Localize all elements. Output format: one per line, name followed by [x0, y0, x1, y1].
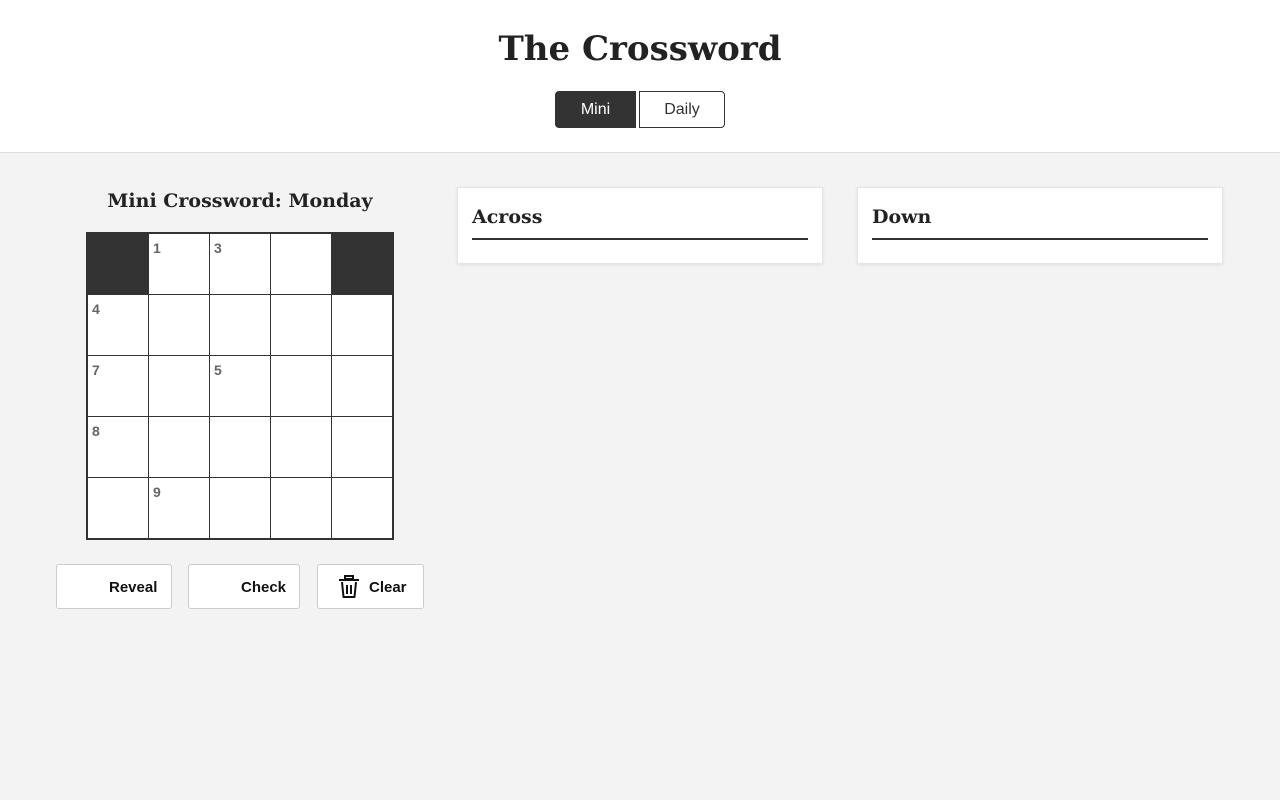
grid-cell[interactable]: 3 — [210, 234, 270, 294]
down-clues-panel: Down — [857, 187, 1223, 264]
trash-icon — [339, 575, 359, 598]
puzzle-title: Mini Crossword: Monday — [107, 190, 373, 212]
grid-cell[interactable] — [210, 478, 270, 538]
clue-number: 1 — [153, 240, 161, 256]
grid-cell[interactable]: 1 — [149, 234, 209, 294]
clue-number: 7 — [92, 362, 100, 378]
grid-cell[interactable] — [149, 295, 209, 355]
grid-cell[interactable]: 5 — [210, 356, 270, 416]
reveal-button-label: Reveal — [109, 579, 158, 596]
grid-cell[interactable] — [271, 295, 331, 355]
clue-number: 3 — [214, 240, 222, 256]
grid-cell[interactable]: 8 — [88, 417, 148, 477]
app-title: The Crossword — [498, 29, 782, 69]
grid-cell[interactable] — [271, 356, 331, 416]
grid-block-cell — [88, 234, 148, 294]
clue-number: 9 — [153, 484, 161, 500]
across-heading: Across — [472, 202, 808, 240]
app-header: The Crossword Mini Daily — [0, 0, 1280, 153]
clue-number: 5 — [214, 362, 222, 378]
grid-cell[interactable] — [210, 417, 270, 477]
reveal-button[interactable]: Reveal — [56, 564, 172, 609]
mode-toggle: Mini Daily — [555, 91, 725, 128]
grid-cell[interactable]: 9 — [149, 478, 209, 538]
grid-cell[interactable] — [271, 478, 331, 538]
grid-cell[interactable] — [332, 356, 392, 416]
grid-cell[interactable] — [332, 478, 392, 538]
across-clues-panel: Across — [457, 187, 823, 264]
grid-cell[interactable] — [149, 417, 209, 477]
clear-button[interactable]: Clear — [317, 564, 424, 609]
crossword-grid: 1 3 4 7 5 8 9 — [86, 232, 394, 540]
down-heading: Down — [872, 202, 1208, 240]
check-button-label: Check — [241, 579, 287, 596]
grid-cell[interactable] — [210, 295, 270, 355]
mode-mini-button[interactable]: Mini — [555, 91, 636, 128]
check-button[interactable]: Check — [188, 564, 300, 609]
clear-button-label: Clear — [369, 579, 407, 596]
grid-cell[interactable] — [271, 417, 331, 477]
clue-number: 4 — [92, 301, 100, 317]
grid-cell[interactable] — [332, 417, 392, 477]
grid-block-cell — [332, 234, 392, 294]
grid-cell[interactable] — [88, 478, 148, 538]
mode-daily-button[interactable]: Daily — [639, 91, 725, 128]
grid-cell[interactable] — [271, 234, 331, 294]
grid-cell[interactable]: 7 — [88, 356, 148, 416]
grid-cell[interactable]: 4 — [88, 295, 148, 355]
grid-cell[interactable] — [332, 295, 392, 355]
grid-cell[interactable] — [149, 356, 209, 416]
clue-number: 8 — [92, 423, 100, 439]
